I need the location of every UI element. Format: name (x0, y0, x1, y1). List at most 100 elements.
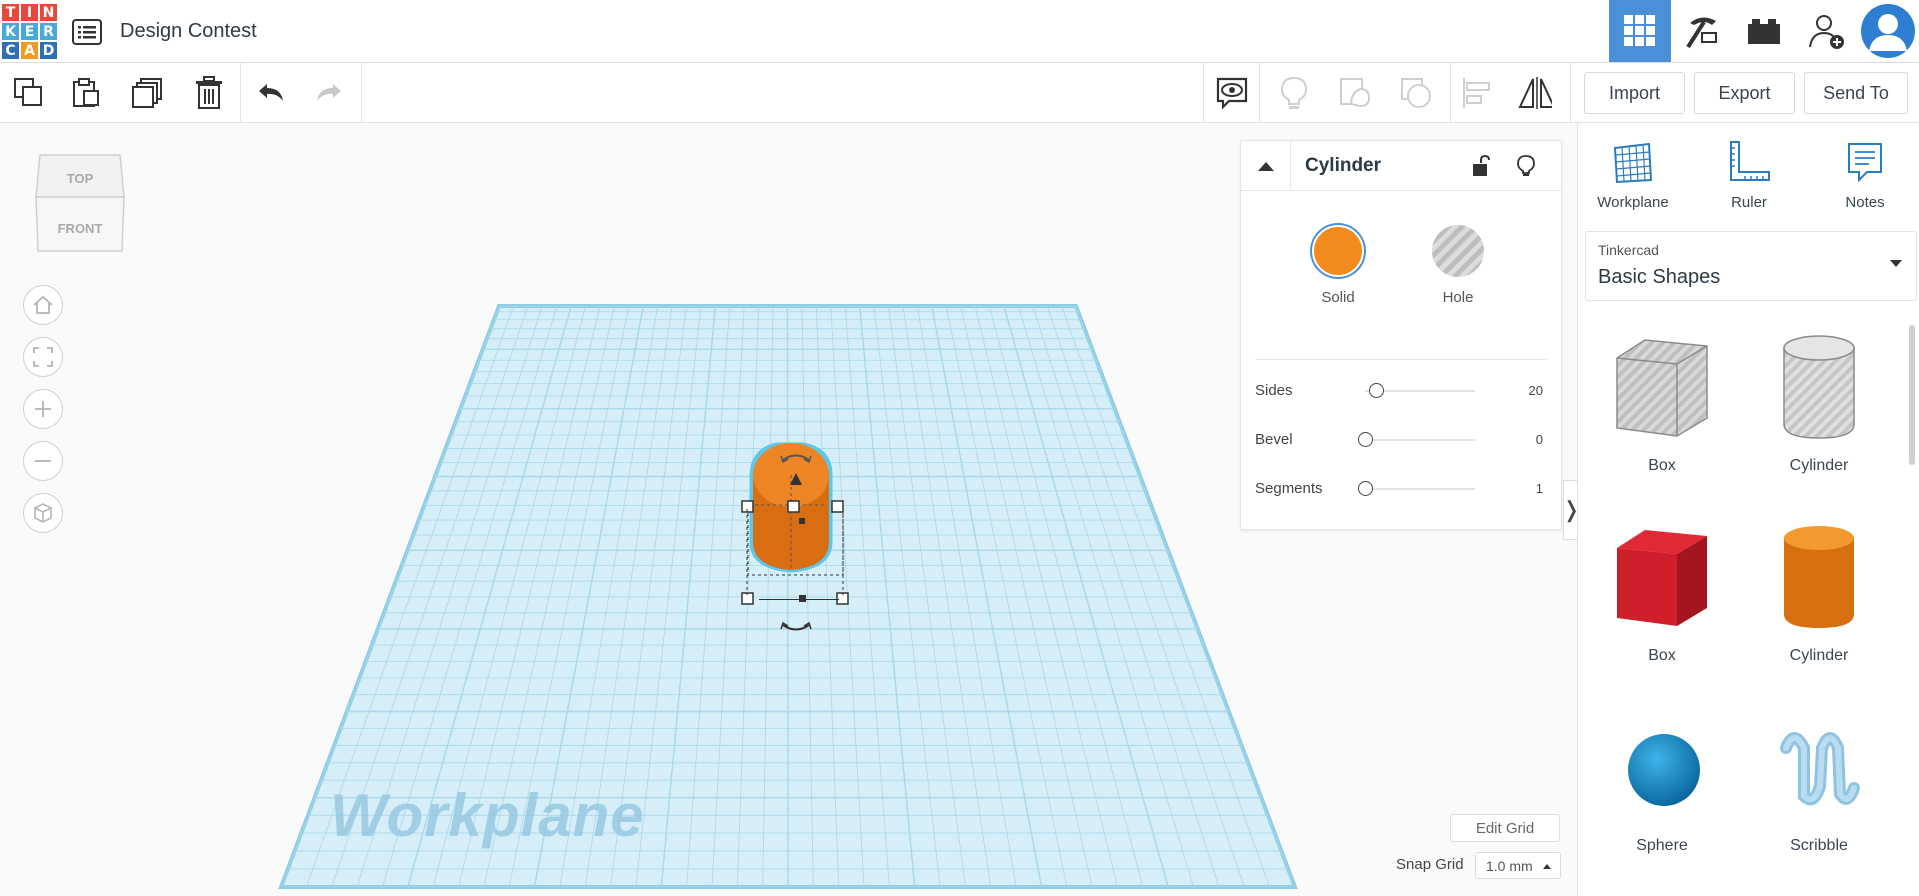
shape-label: Box (1648, 457, 1676, 474)
cylinder-thumbnail (1784, 526, 1854, 628)
view-cube[interactable]: TOP FRONT (34, 153, 126, 262)
duplicate-button[interactable] (131, 76, 165, 110)
bricks-button[interactable] (1733, 0, 1795, 62)
snap-grid-select[interactable]: 1.0 mm (1475, 852, 1561, 879)
shape-scribble[interactable]: Scribble (1744, 703, 1894, 883)
shape-label: Box (1648, 647, 1676, 664)
unlock-icon (1473, 154, 1490, 176)
import-button[interactable]: Import (1584, 72, 1685, 114)
shape-category-dropdown[interactable]: Tinkercad Basic Shapes (1585, 231, 1917, 301)
inspector-header: Cylinder (1241, 141, 1561, 191)
redo-icon (317, 84, 341, 101)
bevel-property: Bevel 0 (1255, 425, 1549, 455)
copy-button[interactable] (12, 76, 46, 110)
bevel-label: Bevel (1255, 431, 1293, 448)
viewcube-top-face[interactable]: TOP (67, 171, 94, 186)
group-button[interactable] (1338, 76, 1372, 110)
logo-letter: C (2, 42, 19, 59)
design-list-button[interactable] (72, 19, 102, 45)
shapes-panel: Workplane Ruler Notes Tinkercad Basic Sh… (1577, 123, 1919, 896)
sides-value[interactable]: 20 (1529, 383, 1543, 398)
ungroup-button[interactable] (1399, 76, 1433, 110)
delete-button[interactable] (192, 76, 226, 110)
home-view-button[interactable] (23, 285, 63, 325)
solid-option[interactable]: Solid (1303, 225, 1373, 306)
codeblocks-pickaxe-icon (1686, 17, 1717, 49)
invite-user-button[interactable] (1795, 0, 1857, 62)
hide-all-button[interactable] (1277, 76, 1311, 110)
segments-value[interactable]: 1 (1536, 481, 1543, 496)
shape-cylinder-hole[interactable]: Cylinder (1744, 323, 1894, 503)
hide-shape-button[interactable] (1513, 153, 1539, 179)
lock-button[interactable] (1469, 153, 1495, 179)
design-title[interactable]: Design Contest (120, 20, 257, 43)
show-hide-button[interactable] (1215, 76, 1249, 110)
paste-button[interactable] (70, 76, 104, 110)
logo-letter: K (2, 23, 19, 40)
box-hole-thumbnail (1616, 339, 1708, 437)
viewcube-front-face[interactable]: FRONT (58, 221, 103, 236)
sides-label: Sides (1255, 382, 1293, 399)
segments-slider-track[interactable] (1365, 488, 1475, 490)
segments-slider-knob[interactable] (1358, 481, 1373, 496)
bevel-slider-knob[interactable] (1358, 432, 1373, 447)
chevron-up-icon (1257, 162, 1274, 171)
hole-option[interactable]: Hole (1423, 225, 1493, 306)
3d-viewport[interactable]: TOP FRONT Workplane Cylinder Solid Hole … (0, 123, 1563, 896)
notes-tool-button[interactable]: Notes (1815, 140, 1915, 211)
collapse-inspector-button[interactable] (1241, 141, 1291, 191)
cylinder-hole-thumbnail (1783, 335, 1855, 439)
undo-button[interactable] (254, 76, 288, 110)
hole-swatch[interactable] (1432, 225, 1484, 277)
add-user-icon (1809, 15, 1844, 49)
resize-handle[interactable] (787, 500, 800, 513)
send-to-button[interactable]: Send To (1804, 72, 1908, 114)
fit-view-icon (33, 347, 53, 367)
workplane-watermark: Workplane (330, 782, 645, 849)
shape-box[interactable]: Box (1587, 513, 1737, 693)
shapes-scrollbar[interactable] (1909, 325, 1915, 465)
zoom-out-button[interactable] (23, 441, 63, 481)
export-button[interactable]: Export (1694, 72, 1795, 114)
logo-letter: A (21, 42, 38, 59)
tinkercad-logo[interactable]: T I N K E R C A D (2, 4, 57, 59)
sides-slider-knob[interactable] (1369, 383, 1384, 398)
solid-label: Solid (1321, 289, 1355, 306)
edit-grid-button[interactable]: Edit Grid (1450, 814, 1560, 842)
user-avatar-icon (1861, 4, 1915, 58)
home-icon (33, 295, 53, 314)
workplane-icon (1613, 142, 1653, 184)
shape-cylinder[interactable]: Cylinder (1744, 513, 1894, 693)
logo-letter: N (40, 4, 57, 21)
account-avatar-button[interactable] (1857, 0, 1919, 62)
perspective-cube-icon (34, 503, 52, 523)
resize-handle[interactable] (831, 500, 844, 513)
ruler-tool-button[interactable]: Ruler (1699, 140, 1799, 211)
shape-box-hole[interactable]: Box (1587, 323, 1737, 503)
notes-icon (1848, 143, 1882, 183)
solid-swatch[interactable] (1312, 225, 1364, 277)
bevel-value[interactable]: 0 (1536, 432, 1543, 447)
logo-letter: I (21, 4, 38, 21)
redo-button[interactable] (312, 76, 346, 110)
sides-property: Sides 20 (1255, 376, 1549, 406)
list-icon (72, 19, 102, 45)
copy-icon (14, 78, 42, 106)
shape-label: Sphere (1636, 837, 1688, 854)
zoom-in-button[interactable] (23, 389, 63, 429)
notes-tool-label: Notes (1845, 194, 1885, 211)
duplicate-icon (132, 78, 162, 108)
logo-letter: T (2, 4, 19, 21)
edit-toolbar: Import Export Send To (0, 63, 1919, 123)
zoom-in-icon (35, 401, 51, 417)
fit-view-button[interactable] (23, 337, 63, 377)
codeblocks-button[interactable] (1671, 0, 1733, 62)
shape-sphere[interactable]: Sphere (1587, 703, 1737, 883)
perspective-toggle-button[interactable] (23, 493, 63, 533)
3d-design-button[interactable] (1609, 0, 1671, 62)
workplane-tool-button[interactable]: Workplane (1583, 140, 1683, 211)
mirror-button[interactable] (1518, 76, 1552, 110)
bevel-slider-track[interactable] (1365, 439, 1475, 441)
selected-cylinder-object[interactable] (735, 425, 905, 645)
align-button[interactable] (1460, 76, 1494, 110)
